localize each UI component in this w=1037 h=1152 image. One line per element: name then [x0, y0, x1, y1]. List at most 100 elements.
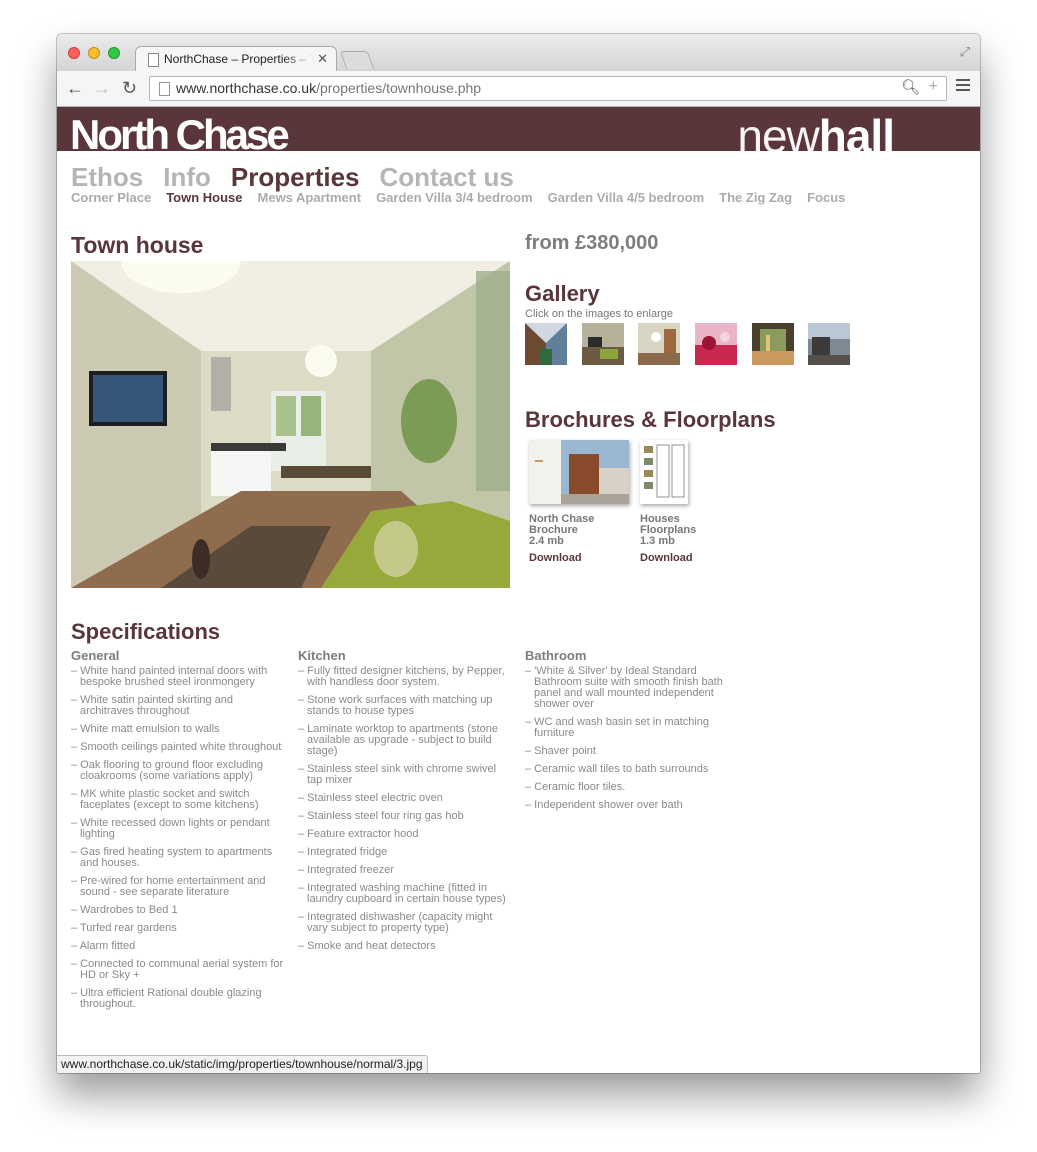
specifications-heading: Specifications: [71, 619, 221, 644]
page-icon: [159, 82, 170, 96]
brochure-title: North Chase Brochure: [529, 513, 595, 536]
spec-column-kitchen: Kitchen – Fully fitted designer kitchens…: [298, 648, 513, 959]
price: from £380,000: [525, 232, 659, 254]
subnav-town-house[interactable]: Town House: [166, 190, 242, 205]
spec-item: – Feature extractor hood: [298, 828, 419, 840]
main-nav: Ethos Info Properties Contact us: [71, 162, 534, 193]
subnav-corner-place[interactable]: Corner Place: [71, 190, 151, 205]
spec-item: – Oak flooring to ground floor excluding…: [71, 759, 264, 782]
menu-icon[interactable]: [956, 79, 970, 94]
subnav-zig-zag[interactable]: The Zig Zag: [719, 190, 792, 205]
subnav-focus[interactable]: Focus: [807, 190, 845, 205]
brochure-download-link[interactable]: Download: [529, 552, 629, 564]
nav-properties[interactable]: Properties: [231, 162, 360, 192]
status-bar: www.northchase.co.uk/static/img/properti…: [57, 1055, 428, 1073]
gallery-thumb-6[interactable]: [808, 323, 850, 365]
spec-item: – Smoke and heat detectors: [298, 940, 436, 952]
nav-info[interactable]: Info: [163, 162, 211, 192]
page-title: Town house: [71, 232, 204, 258]
url-host: www.northchase.co.uk: [176, 80, 317, 96]
spec-item: – Smooth ceilings painted white througho…: [71, 741, 282, 753]
back-icon[interactable]: ←: [66, 78, 84, 98]
browser-window: NorthChase – Properties – Town House ✕ ⤢…: [57, 34, 980, 1073]
browser-toolbar: ← → ↻ www.northchase.co.uk/properties/to…: [57, 71, 980, 107]
spec-list: – White hand painted internal doors with…: [71, 666, 286, 1010]
spec-item: – WC and wash basin set in matching furn…: [525, 716, 710, 739]
spec-item: – Ceramic wall tiles to bath surrounds: [525, 763, 709, 775]
gallery-hint: Click on the images to enlarge: [525, 308, 673, 320]
floorplan-download-link[interactable]: Download: [640, 552, 720, 564]
spec-item: – Pre-wired for home entertainment and s…: [71, 875, 266, 898]
title-bar: NorthChase – Properties – Town House ✕ ⤢: [57, 34, 980, 72]
spec-item: – Integrated dishwasher (capacity might …: [298, 911, 493, 934]
gallery-heading: Gallery: [525, 281, 600, 306]
property-main-image[interactable]: [71, 261, 510, 588]
spec-item: – White matt emulsion to walls: [71, 723, 220, 735]
brochure-size: 2.4 mb: [529, 535, 564, 547]
spec-item: – Independent shower over bath: [525, 799, 683, 811]
floorplan-cover[interactable]: [640, 440, 688, 504]
nav-ethos[interactable]: Ethos: [71, 162, 143, 192]
gallery-thumb-2[interactable]: [582, 323, 624, 365]
spec-item: – Gas fired heating system to apartments…: [71, 846, 273, 869]
close-window-button[interactable]: [68, 47, 80, 59]
spec-item: – Ceramic floor tiles.: [525, 781, 626, 793]
spec-item: – Wardrobes to Bed 1: [71, 904, 178, 916]
spec-column-title: Bathroom: [525, 648, 587, 663]
floorplan-item: Houses Floorplans 1.3 mb Download: [640, 440, 720, 564]
brand-bold-text: hall: [818, 110, 895, 151]
subnav-garden-villa-45[interactable]: Garden Villa 4/5 bedroom: [548, 190, 705, 205]
forward-icon[interactable]: →: [93, 78, 111, 98]
spec-item: – Laminate worktop to apartments (stone …: [298, 723, 498, 757]
tab-title: NorthChase – Properties – Town House: [164, 52, 314, 66]
brochure-cover[interactable]: [529, 440, 629, 504]
new-tab-button[interactable]: [339, 51, 375, 69]
spec-item: – Stainless steel four ring gas hob: [298, 810, 464, 822]
spec-item: – 'White & Silver' by Ideal Standard Bat…: [525, 665, 723, 710]
site-logo[interactable]: North Chase: [70, 114, 290, 152]
spec-item: – White hand painted internal doors with…: [71, 665, 268, 688]
newhall-logo: newhall: [737, 110, 895, 151]
site-header: North Chase newhall: [57, 107, 980, 151]
spec-item: – Integrated washing machine (fitted in …: [298, 882, 506, 905]
floorplan-title: Houses Floorplans: [640, 513, 697, 536]
spec-column-bathroom: Bathroom – 'White & Silver' by Ideal Sta…: [525, 648, 740, 818]
fullscreen-icon[interactable]: ⤢: [960, 44, 970, 60]
spec-item: – Fully fitted designer kitchens, by Pep…: [298, 665, 505, 688]
spec-item: – Shaver point: [525, 745, 596, 757]
spec-item: – Integrated freezer: [298, 864, 395, 876]
spec-item: – Stainless steel electric oven: [298, 792, 443, 804]
spec-item: – MK white plastic socket and switch fac…: [71, 788, 259, 811]
gallery-thumb-1[interactable]: [525, 323, 567, 365]
spec-list: – 'White & Silver' by Ideal Standard Bat…: [525, 666, 740, 811]
spec-item: – Alarm fitted: [71, 940, 136, 952]
spec-column-general: General – White hand painted internal do…: [71, 648, 286, 1017]
page-viewport: North Chase newhall Ethos Info Properties C…: [57, 107, 980, 1073]
page-icon: [148, 53, 159, 67]
spec-column-title: General: [71, 648, 120, 663]
bookmark-plus-icon[interactable]: +: [929, 78, 938, 96]
spec-item: – Ultra efficient Rational double glazin…: [71, 987, 262, 1010]
brochure-item: North Chase Brochure 2.4 mb Download: [529, 440, 629, 564]
spec-item: – Stone work surfaces with matching up s…: [298, 694, 493, 717]
spec-item: – White satin painted skirting and archi…: [71, 694, 234, 717]
address-bar[interactable]: www.northchase.co.uk/properties/townhous…: [149, 76, 947, 101]
url-text[interactable]: www.northchase.co.uk/properties/townhous…: [176, 80, 481, 96]
spec-item: – Connected to communal aerial system fo…: [71, 958, 284, 981]
subnav-mews-apartment[interactable]: Mews Apartment: [258, 190, 362, 205]
url-path: /properties/townhouse.php: [316, 80, 482, 96]
gallery-thumb-4[interactable]: [695, 323, 737, 365]
browser-tab[interactable]: NorthChase – Properties – Town House ✕: [135, 46, 337, 72]
gallery-thumb-3[interactable]: [638, 323, 680, 365]
zoom-window-button[interactable]: [108, 47, 120, 59]
spec-item: – Turfed rear gardens: [71, 922, 177, 934]
gallery-thumb-5[interactable]: [752, 323, 794, 365]
close-icon[interactable]: ✕: [317, 51, 328, 67]
subnav-garden-villa-34[interactable]: Garden Villa 3/4 bedroom: [376, 190, 533, 205]
spec-item: – White recessed down lights or pendant …: [71, 817, 270, 840]
brochures-heading: Brochures & Floorplans: [525, 407, 776, 432]
minimize-window-button[interactable]: [88, 47, 100, 59]
zoom-icon[interactable]: 🔍︎: [901, 78, 920, 96]
reload-icon[interactable]: ↻: [122, 78, 137, 98]
nav-contact[interactable]: Contact us: [380, 162, 514, 192]
